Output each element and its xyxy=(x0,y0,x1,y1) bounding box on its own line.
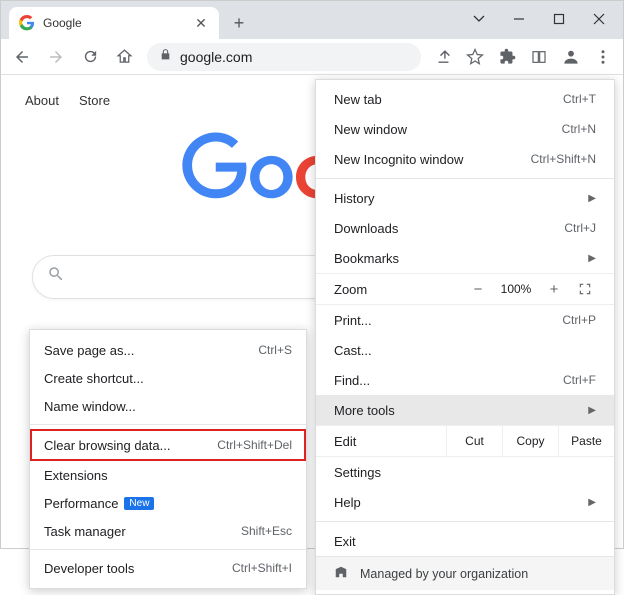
menu-print[interactable]: Print...Ctrl+P xyxy=(316,305,614,335)
paste-button[interactable]: Paste xyxy=(558,426,614,456)
reload-button[interactable] xyxy=(75,42,105,72)
maximize-button[interactable] xyxy=(539,5,579,33)
window-titlebar: Google ✕ + xyxy=(1,1,623,39)
menu-history[interactable]: History▶ xyxy=(316,183,614,213)
submenu-name-window[interactable]: Name window... xyxy=(30,392,306,420)
copy-button[interactable]: Copy xyxy=(502,426,558,456)
browser-tab[interactable]: Google ✕ xyxy=(9,7,219,39)
chevron-right-icon: ▶ xyxy=(588,253,596,264)
share-icon[interactable] xyxy=(429,43,457,71)
menu-more-tools[interactable]: More tools▶ xyxy=(316,395,614,425)
menu-cast[interactable]: Cast... xyxy=(316,335,614,365)
menu-bookmarks[interactable]: Bookmarks▶ xyxy=(316,243,614,273)
home-button[interactable] xyxy=(109,42,139,72)
submenu-create-shortcut[interactable]: Create shortcut... xyxy=(30,364,306,392)
menu-zoom-row: Zoom − 100% + xyxy=(316,273,614,305)
caret-down-icon[interactable] xyxy=(459,5,499,33)
submenu-task-manager[interactable]: Task managerShift+Esc xyxy=(30,517,306,545)
menu-find[interactable]: Find...Ctrl+F xyxy=(316,365,614,395)
chevron-right-icon: ▶ xyxy=(588,497,596,508)
nav-about[interactable]: About xyxy=(25,93,59,108)
menu-dots-icon[interactable] xyxy=(589,43,617,71)
new-tab-button[interactable]: + xyxy=(225,9,253,37)
cut-button[interactable]: Cut xyxy=(446,426,502,456)
submenu-clear-browsing-data[interactable]: Clear browsing data...Ctrl+Shift+Del xyxy=(30,429,306,461)
building-icon xyxy=(334,565,348,582)
search-icon xyxy=(47,265,65,288)
new-badge: New xyxy=(124,497,154,510)
submenu-save-page[interactable]: Save page as...Ctrl+S xyxy=(30,336,306,364)
forward-button[interactable] xyxy=(41,42,71,72)
menu-edit-row: Edit Cut Copy Paste xyxy=(316,425,614,457)
reading-list-icon[interactable] xyxy=(525,43,553,71)
chevron-right-icon: ▶ xyxy=(588,405,596,416)
edit-label: Edit xyxy=(334,434,446,449)
window-controls xyxy=(459,5,619,33)
submenu-extensions[interactable]: Extensions xyxy=(30,461,306,489)
more-tools-submenu: Save page as...Ctrl+S Create shortcut...… xyxy=(29,329,307,589)
address-bar[interactable]: google.com xyxy=(147,43,421,71)
profile-icon[interactable] xyxy=(557,43,585,71)
zoom-label: Zoom xyxy=(334,282,367,297)
menu-settings[interactable]: Settings xyxy=(316,457,614,487)
managed-notice[interactable]: Managed by your organization xyxy=(316,556,614,590)
url-text: google.com xyxy=(180,49,252,65)
zoom-out-button[interactable]: − xyxy=(462,281,494,298)
browser-toolbar: google.com xyxy=(1,39,623,75)
submenu-performance[interactable]: PerformanceNew xyxy=(30,489,306,517)
tab-close-icon[interactable]: ✕ xyxy=(193,15,209,31)
nav-store[interactable]: Store xyxy=(79,93,110,108)
lock-icon xyxy=(159,48,172,66)
chrome-menu: New tabCtrl+T New windowCtrl+N New Incog… xyxy=(315,79,615,595)
zoom-value: 100% xyxy=(494,282,538,296)
bookmark-star-icon[interactable] xyxy=(461,43,489,71)
google-favicon xyxy=(19,15,35,31)
menu-exit[interactable]: Exit xyxy=(316,526,614,556)
back-button[interactable] xyxy=(7,42,37,72)
close-window-button[interactable] xyxy=(579,5,619,33)
zoom-in-button[interactable]: + xyxy=(538,281,570,298)
chevron-right-icon: ▶ xyxy=(588,193,596,204)
tab-title: Google xyxy=(43,16,185,30)
menu-downloads[interactable]: DownloadsCtrl+J xyxy=(316,213,614,243)
extensions-icon[interactable] xyxy=(493,43,521,71)
menu-new-window[interactable]: New windowCtrl+N xyxy=(316,114,614,144)
menu-help[interactable]: Help▶ xyxy=(316,487,614,517)
fullscreen-icon[interactable] xyxy=(570,282,600,296)
submenu-developer-tools[interactable]: Developer toolsCtrl+Shift+I xyxy=(30,554,306,582)
menu-new-tab[interactable]: New tabCtrl+T xyxy=(316,84,614,114)
menu-incognito[interactable]: New Incognito windowCtrl+Shift+N xyxy=(316,144,614,174)
minimize-button[interactable] xyxy=(499,5,539,33)
